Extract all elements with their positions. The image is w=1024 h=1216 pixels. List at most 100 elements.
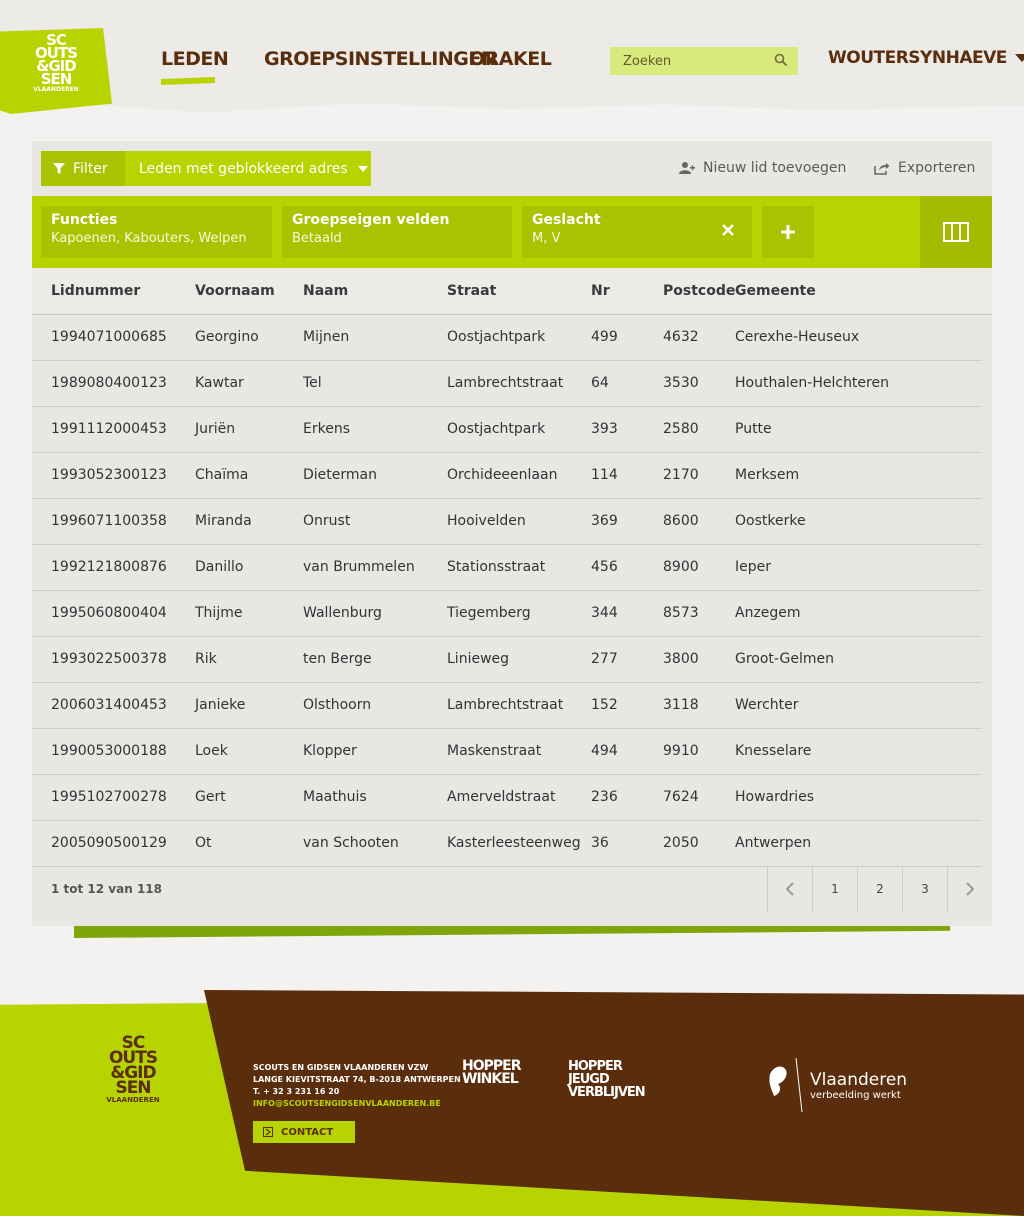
cell-nr: 369 — [591, 513, 618, 529]
table-row[interactable]: 1990053000188 Loek Klopper Maskenstraat … — [32, 729, 982, 775]
cell-voornaam: Loek — [195, 743, 228, 759]
cell-straat: Lambrechtstraat — [447, 697, 564, 713]
cell-gemeente: Ieper — [735, 559, 771, 575]
nav-groepsinstellingen[interactable]: GROEPSINSTELLINGEN — [264, 48, 497, 78]
page-button-1[interactable]: 1 — [812, 866, 857, 912]
cell-straat: Oostjachtpark — [447, 329, 546, 345]
hopper-jeugdverblijven-text: HOPPER JEUGD VERBLIJVEN — [568, 1059, 646, 1100]
col-gemeente[interactable]: Gemeente — [735, 283, 816, 299]
cell-nr: 152 — [591, 697, 618, 713]
cell-postcode: 2580 — [663, 421, 699, 437]
org-email[interactable]: INFO@SCOUTSENGIDSENVLAANDEREN.BE — [253, 1098, 461, 1110]
table-row[interactable]: 1993052300123 Chaïma Dieterman Orchideee… — [32, 453, 982, 499]
table-row[interactable]: 1989080400123 Kawtar Tel Lambrechtstraat… — [32, 361, 982, 407]
cell-gemeente: Knesselare — [735, 743, 812, 759]
col-lidnummer[interactable]: Lidnummer — [51, 283, 140, 299]
add-filter-button[interactable] — [762, 206, 814, 258]
cell-lidnummer: 1995060800404 — [51, 605, 167, 621]
col-voornaam[interactable]: Voornaam — [195, 283, 275, 299]
table-row[interactable]: 1995102700278 Gert Maathuis Amerveldstra… — [32, 775, 982, 821]
org-address: LANGE KIEVITSTRAAT 74, B-2018 ANTWERPEN — [253, 1075, 461, 1084]
cell-naam: van Schooten — [303, 835, 399, 851]
hopper-jeugdverblijven-logo[interactable]: HOPPER JEUGD VERBLIJVEN — [568, 1060, 654, 1099]
cell-lidnummer: 1993052300123 — [51, 467, 167, 483]
col-postcode[interactable]: Postcode — [663, 283, 735, 299]
filter-chip-functies[interactable]: Functies Kapoenen, Kabouters, Welpen — [41, 206, 272, 258]
col-straat[interactable]: Straat — [447, 283, 496, 299]
cell-lidnummer: 2006031400453 — [51, 697, 167, 713]
table-row[interactable]: 2006031400453 Janieke Olsthoorn Lambrech… — [32, 683, 982, 729]
table-row[interactable]: 1995060800404 Thijme Wallenburg Tiegembe… — [32, 591, 982, 637]
plus-icon — [781, 225, 795, 239]
cell-nr: 64 — [591, 375, 609, 391]
cell-lidnummer: 1992121800876 — [51, 559, 167, 575]
close-icon[interactable] — [720, 222, 736, 238]
vlaanderen-title: Vlaanderen — [810, 1069, 908, 1090]
search-input[interactable] — [610, 53, 770, 69]
cell-gemeente: Groot-Gelmen — [735, 651, 834, 667]
chevron-right-icon — [966, 882, 975, 896]
cell-postcode: 8573 — [663, 605, 699, 621]
page-button-3[interactable]: 3 — [902, 866, 947, 912]
col-nr[interactable]: Nr — [591, 283, 610, 299]
prev-page-button[interactable] — [767, 866, 812, 912]
cell-postcode: 8600 — [663, 513, 699, 529]
chip-title: Geslacht — [532, 212, 601, 228]
user-menu[interactable]: WOUTERSYNHAEVE — [828, 48, 1024, 68]
export-label: Exporteren — [898, 160, 976, 176]
columns-toggle-button[interactable] — [920, 196, 992, 268]
pagination: 1 2 3 — [767, 866, 992, 912]
col-naam[interactable]: Naam — [303, 283, 348, 299]
nav-orakel[interactable]: ORAKEL — [469, 48, 552, 78]
table-row[interactable]: 1991112000453 Juriën Erkens Oostjachtpar… — [32, 407, 982, 453]
contact-label: CONTACT — [281, 1126, 334, 1138]
cell-postcode: 7624 — [663, 789, 699, 805]
lion-icon — [769, 1057, 803, 1113]
cell-naam: Tel — [303, 375, 322, 391]
cell-nr: 393 — [591, 421, 618, 437]
cell-lidnummer: 1991112000453 — [51, 421, 167, 437]
add-member-button[interactable]: Nieuw lid toevoegen — [679, 160, 846, 176]
cell-naam: Erkens — [303, 421, 350, 437]
next-page-button[interactable] — [947, 866, 992, 912]
filter-value: Leden met geblokkeerd adres — [139, 160, 348, 177]
cell-lidnummer: 1990053000188 — [51, 743, 167, 759]
cell-naam: Mijnen — [303, 329, 350, 345]
cell-voornaam: Rik — [195, 651, 217, 667]
hopper-winkel-logo[interactable]: HOPPER WINKEL — [462, 1059, 534, 1086]
page-button-2[interactable]: 2 — [857, 866, 902, 912]
cell-straat: Hooivelden — [447, 513, 526, 529]
cell-straat: Stationsstraat — [447, 559, 546, 575]
table-row[interactable]: 1994071000685 Georgino Mijnen Oostjachtp… — [32, 315, 982, 361]
table-row[interactable]: 1992121800876 Danillo van Brummelen Stat… — [32, 545, 982, 591]
cell-straat: Amerveldstraat — [447, 789, 556, 805]
logo[interactable]: SC OUTS &GID SEN VLAANDEREN — [26, 33, 86, 94]
filter-dropdown[interactable]: Filter Leden met geblokkeerd adres — [41, 151, 371, 186]
vlaanderen-logo[interactable]: Vlaanderen verbeelding werkt — [766, 1056, 907, 1114]
footer-logo[interactable]: SC OUTS &GID SEN VLAANDEREN — [98, 1035, 168, 1105]
table-row[interactable]: 2005090500129 Ot van Schooten Kasterlees… — [32, 821, 982, 867]
cell-voornaam: Gert — [195, 789, 226, 805]
cell-nr: 344 — [591, 605, 618, 621]
vlaanderen-slogan: verbeelding werkt — [810, 1089, 901, 1101]
export-button[interactable]: Exporteren — [874, 160, 975, 176]
cell-postcode: 8900 — [663, 559, 699, 575]
arrow-right-icon — [263, 1127, 273, 1137]
cell-voornaam: Georgino — [195, 329, 259, 345]
cell-naam: Olsthoorn — [303, 697, 372, 713]
nav-leden[interactable]: LEDEN — [161, 48, 229, 78]
cell-naam: Klopper — [303, 743, 357, 759]
table-footer: 1 tot 12 van 118 1 2 3 — [32, 866, 992, 912]
filter-chip-groepseigen[interactable]: Groepseigen velden Betaald — [282, 206, 512, 258]
table-row[interactable]: 1993022500378 Rik ten Berge Linieweg 277… — [32, 637, 982, 683]
user-name: WOUTERSYNHAEVE — [828, 48, 1007, 68]
filter-chip-geslacht[interactable]: Geslacht M, V — [522, 206, 752, 258]
cell-naam: ten Berge — [303, 651, 372, 667]
cell-gemeente: Houthalen-Helchteren — [735, 375, 889, 391]
cell-voornaam: Thijme — [195, 605, 243, 621]
table-row[interactable]: 1996071100358 Miranda Onrust Hooivelden … — [32, 499, 982, 545]
cell-straat: Orchideeenlaan — [447, 467, 558, 483]
filter-button[interactable]: Filter — [41, 151, 125, 186]
contact-button[interactable]: CONTACT — [253, 1121, 355, 1143]
search-icon[interactable] — [774, 53, 788, 67]
